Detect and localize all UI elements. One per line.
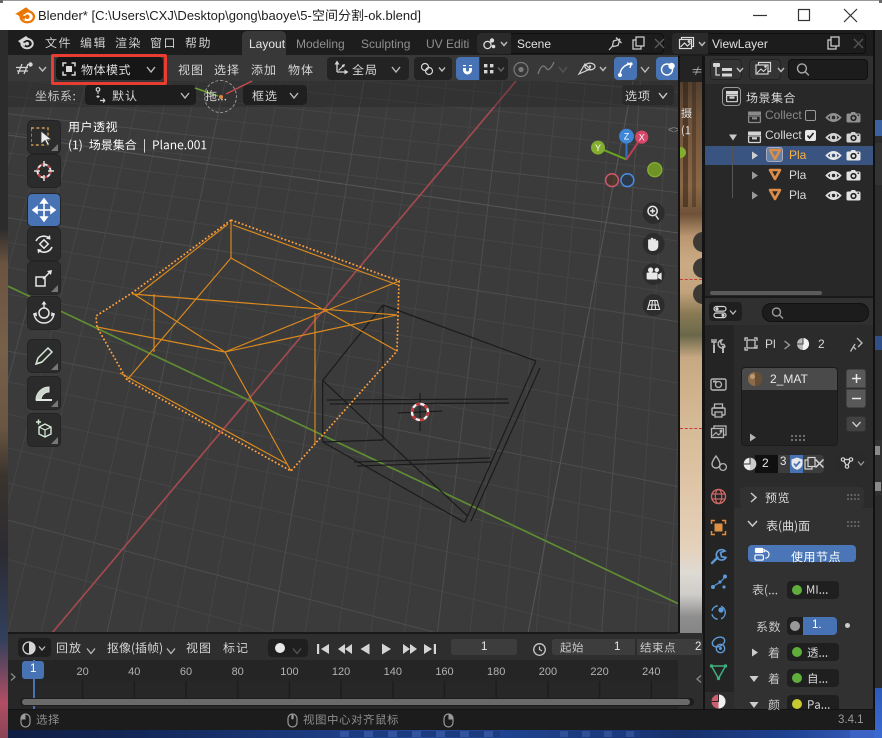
svg-text:Z: Z <box>624 132 630 142</box>
svg-text:X: X <box>639 132 645 142</box>
svg-text:<>: <> <box>668 125 678 136</box>
svg-text:20: 20 <box>76 666 88 678</box>
svg-text:40: 40 <box>128 666 140 678</box>
svg-text:60: 60 <box>180 666 192 678</box>
svg-text:200: 200 <box>539 666 557 678</box>
svg-text:80: 80 <box>232 666 244 678</box>
svg-text:100: 100 <box>280 666 298 678</box>
svg-text:Y: Y <box>595 143 601 153</box>
svg-text:220: 220 <box>590 666 608 678</box>
svg-text:120: 120 <box>332 666 350 678</box>
svg-text:160: 160 <box>435 666 453 678</box>
svg-text:240: 240 <box>642 666 660 678</box>
svg-text:180: 180 <box>487 666 505 678</box>
svg-text:140: 140 <box>384 666 402 678</box>
